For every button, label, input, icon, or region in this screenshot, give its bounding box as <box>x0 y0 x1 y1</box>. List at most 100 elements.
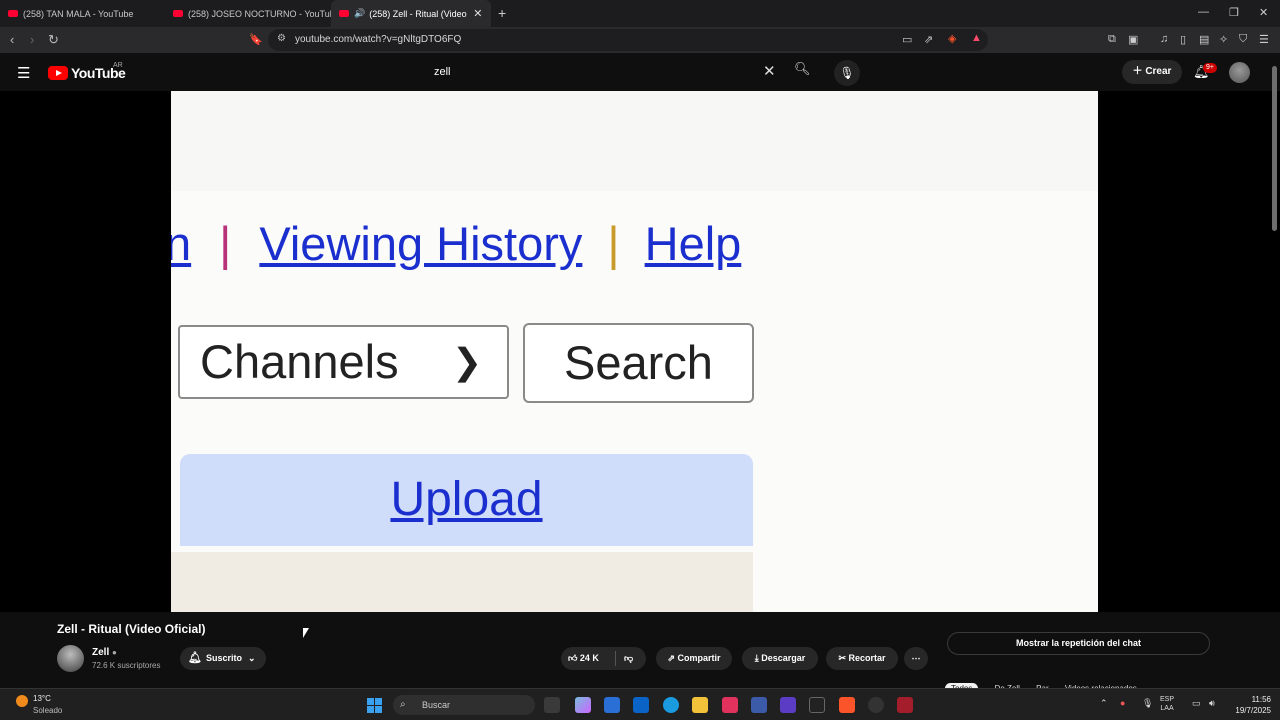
address-bar[interactable]: ⚙ youtube.com/watch?v=gNltgDTO6FQ ▭ ⇗ ◈ … <box>268 29 988 51</box>
hamburger-menu-icon[interactable]: ☰ <box>17 64 30 82</box>
upload-bar: Upload <box>180 454 753 546</box>
system-clock[interactable]: 11:56 19/7/2025 <box>1227 694 1271 716</box>
user-avatar[interactable] <box>1229 62 1250 83</box>
brave-rewards-icon[interactable]: ▲ <box>971 32 982 44</box>
back-icon[interactable]: ‹ <box>10 32 14 47</box>
channels-label: Channels <box>200 335 399 388</box>
subscribed-label: Suscrito <box>206 653 243 663</box>
subscribed-button[interactable]: 🔔︎ Suscrito ⌄ <box>180 647 266 670</box>
weather-sun-icon[interactable] <box>16 695 28 707</box>
brave-browser-icon[interactable] <box>839 697 855 713</box>
reading-list-icon[interactable]: ▣ <box>1128 33 1138 46</box>
site-info-icon[interactable]: ⚙ <box>277 33 286 44</box>
voice-search-button[interactable]: 🎙︎ <box>834 60 860 86</box>
search-icon[interactable]: 🔍︎ <box>794 61 811 77</box>
file-explorer-icon[interactable] <box>692 697 708 713</box>
extensions-icon[interactable]: ⧉ <box>1108 33 1116 46</box>
clip-button[interactable]: ✂ Recortar <box>826 647 898 670</box>
sidebar-icon[interactable]: ▯ <box>1180 33 1186 46</box>
clip-label: Recortar <box>848 653 886 663</box>
app-icon[interactable] <box>751 697 767 713</box>
show-hidden-icons-icon[interactable]: ⌃ <box>1100 698 1108 709</box>
search-value: zell <box>434 66 451 78</box>
youtube-logo[interactable]: YouTube AR <box>48 62 126 81</box>
tab-tan-mala[interactable]: (258) TAN MALA - YouTube <box>8 0 168 27</box>
bookmark-icon[interactable]: 🔖 <box>249 33 263 46</box>
create-label: Crear <box>1145 66 1172 77</box>
tray-app-icon[interactable]: ● <box>1120 698 1125 708</box>
more-actions-button[interactable]: ⋯ <box>904 647 928 670</box>
mm-app-icon[interactable] <box>809 697 825 713</box>
tab-joseo-nocturno[interactable]: (258) JOSEO NOCTURNO - YouTube <box>173 0 333 27</box>
tab-zell-ritual[interactable]: 🔊 (258) Zell - Ritual (Video Ofic ✕ <box>331 0 491 27</box>
copilot-icon[interactable] <box>575 697 591 713</box>
reload-icon[interactable]: ↻ <box>48 32 59 48</box>
clear-search-icon[interactable]: ✕ <box>763 62 776 80</box>
app-icon[interactable] <box>868 697 884 713</box>
chevron-down-icon: ❯ <box>452 341 483 382</box>
channel-name[interactable]: Zell ● <box>92 647 117 658</box>
scissors-icon: ✂ <box>838 653 846 663</box>
microphone-icon[interactable]: 🎙︎ <box>1142 698 1153 709</box>
taskbar-search[interactable]: ⌕ Buscar <box>393 695 535 715</box>
show-chat-replay-button[interactable]: Mostrar la repetición del chat <box>947 632 1210 655</box>
share-icon[interactable]: ⇗ <box>924 33 933 46</box>
video-player[interactable]: n | Viewing History | Help Channels ❯ Search… <box>0 91 1280 612</box>
store-icon[interactable] <box>604 697 620 713</box>
menu-icon[interactable]: ☰ <box>1259 33 1269 46</box>
microphone-icon: 🎙︎ <box>839 66 855 80</box>
taskbar-search-placeholder: Buscar <box>422 700 451 710</box>
frame-search-label: Search <box>564 336 713 389</box>
upload-label: Upload <box>390 473 543 526</box>
weather-desc: Soleado <box>33 706 63 715</box>
task-view-icon[interactable] <box>544 697 560 713</box>
speaker-icon: 🔊 <box>354 8 366 18</box>
outlook-icon[interactable] <box>633 697 649 713</box>
media-icon[interactable]: ♫ <box>1160 33 1168 45</box>
cast-icon[interactable]: ▭ <box>902 33 912 46</box>
volume-icon[interactable]: 🔊︎ <box>1209 698 1215 709</box>
create-button[interactable]: ＋ Crear <box>1122 60 1182 84</box>
language-indicator[interactable]: ESP LAA <box>1160 695 1174 713</box>
search-icon: ⌕ <box>400 699 406 710</box>
vpn-icon[interactable]: ⛉ <box>1239 33 1247 46</box>
more-icon: ⋯ <box>911 653 921 663</box>
leo-ai-icon[interactable]: ✧ <box>1219 33 1228 46</box>
share-button[interactable]: ⇗ Compartir <box>656 647 732 670</box>
divider <box>615 651 616 666</box>
edge-icon[interactable] <box>663 697 679 713</box>
network-icon[interactable]: ▭ <box>1192 698 1201 709</box>
minimize-icon[interactable]: — <box>1198 6 1209 18</box>
partial-link: n <box>171 217 192 270</box>
page-scrollbar[interactable] <box>1272 66 1277 231</box>
download-button[interactable]: ⤓ Descargar <box>742 647 818 670</box>
verified-icon: ● <box>112 648 117 657</box>
tab-title: (258) Zell - Ritual (Video Ofic <box>369 8 467 19</box>
channel-avatar[interactable] <box>57 645 84 672</box>
mouse-cursor-icon <box>303 628 309 638</box>
close-tab-icon[interactable]: ✕ <box>473 7 482 20</box>
browser-tab-strip: (258) TAN MALA - YouTube (258) JOSEO NOC… <box>0 0 1280 27</box>
start-button[interactable] <box>367 698 382 713</box>
browser-toolbar: ‹ › ↻ 🔖 ⚙ youtube.com/watch?v=gNltgDTO6F… <box>0 27 1280 53</box>
dislike-button[interactable]: 👎︎ <box>624 647 633 670</box>
frame-bottom-strip <box>171 552 753 612</box>
youtube-favicon-icon <box>173 10 183 17</box>
forward-icon[interactable]: › <box>30 32 34 47</box>
restore-icon[interactable]: ❐ <box>1229 6 1239 19</box>
notification-badge: 9+ <box>1203 63 1217 73</box>
wallet-icon[interactable]: ▤ <box>1199 33 1209 46</box>
like-button[interactable]: 👍︎ 24 K <box>568 647 599 670</box>
tiktok-icon[interactable] <box>722 697 738 713</box>
close-window-icon[interactable]: ✕ <box>1259 6 1268 19</box>
app-icon[interactable] <box>897 697 913 713</box>
tab-title: (258) JOSEO NOCTURNO - YouTube <box>188 8 333 19</box>
proton-vpn-icon[interactable] <box>780 697 796 713</box>
video-nav-links: n | Viewing History | Help <box>171 216 741 271</box>
new-tab-icon[interactable]: + <box>498 5 506 21</box>
brave-shield-icon[interactable]: ◈ <box>948 32 956 45</box>
youtube-play-icon <box>48 66 68 80</box>
search-input[interactable]: zell ✕ <box>425 59 785 85</box>
link-separator: | <box>607 217 620 270</box>
video-frame-header <box>171 91 1098 191</box>
